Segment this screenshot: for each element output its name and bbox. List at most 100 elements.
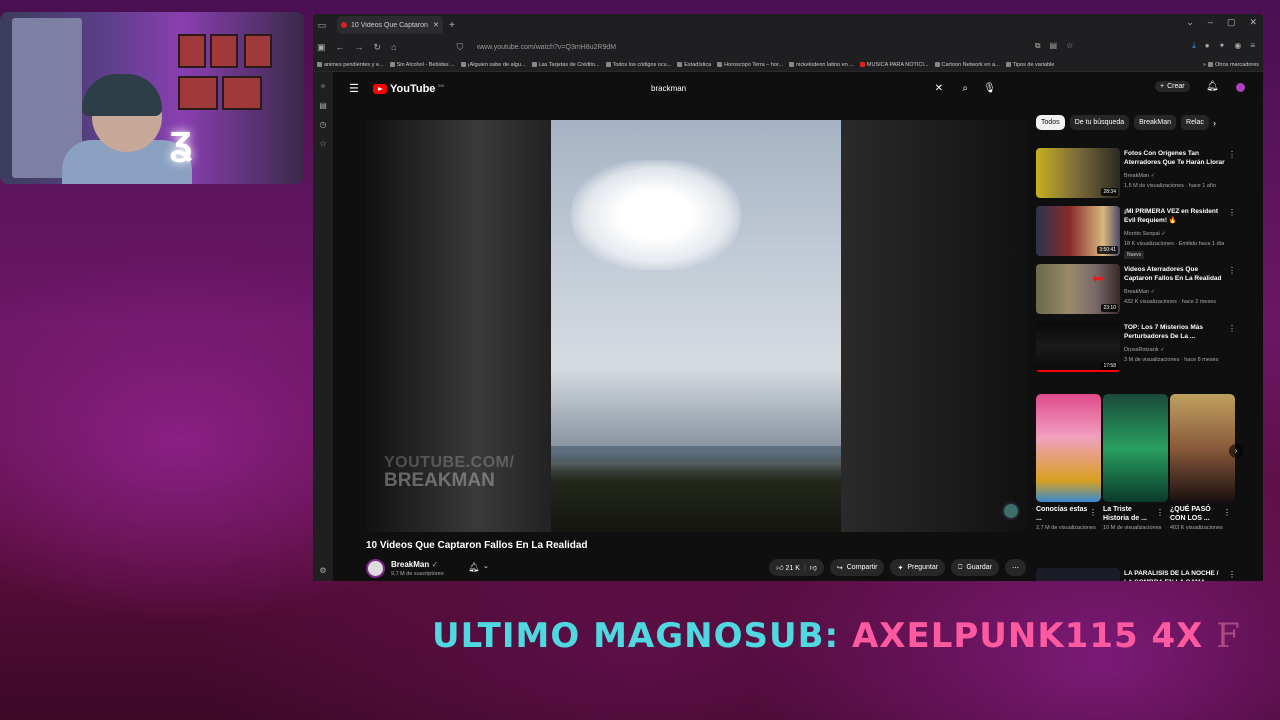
chip-all[interactable]: Todos [1036, 115, 1065, 130]
rec-title[interactable]: Fotos Con Orígenes Tan Aterradores Que T… [1124, 150, 1228, 168]
browser-tab[interactable]: 10 Videos Que Captaron Fallos ✕ [337, 16, 443, 34]
chip-channel[interactable]: BreakMan [1134, 115, 1177, 130]
rec-title[interactable]: Videos Aterradores Que Captaron Fallos E… [1124, 266, 1228, 284]
short-thumbnail[interactable] [1170, 394, 1235, 502]
bookmark-item[interactable]: MUSICA PARA NOTICI... [859, 62, 929, 68]
favorites-icon[interactable]: ☆ [319, 139, 326, 148]
channel-name[interactable]: BreakMan ✓ [391, 560, 438, 569]
more-options-icon[interactable]: ⋮ [1223, 508, 1231, 517]
short-item[interactable]: La Triste Historia de ... 10 M de visual… [1103, 394, 1168, 533]
screenshot-icon[interactable]: ⧉ [1035, 41, 1041, 51]
more-options-icon[interactable]: ⋮ [1228, 150, 1236, 159]
short-title[interactable]: La Triste Historia de ... [1103, 505, 1155, 523]
share-button[interactable]: ↪ Compartir [829, 559, 885, 576]
rec-channel[interactable]: BreakMan ✓ [1124, 289, 1155, 295]
chevron-right-icon[interactable]: › [1213, 118, 1216, 128]
recommendation-item[interactable]: 3:50:41 ¡MI PRIMERA VEZ en Resident Evil… [1036, 206, 1236, 264]
rec-title[interactable]: TOP: Los 7 Misterios Más Perturbadores D… [1124, 324, 1228, 342]
video-thumbnail[interactable]: ⬅ 23:10 [1036, 264, 1120, 314]
more-options-icon[interactable]: ⋮ [1228, 208, 1236, 217]
bookmark-item[interactable]: Horoscopo Terra – hor... [717, 62, 783, 68]
url-field[interactable]: www.youtube.com/watch?v=Q3mH8u2R9dM [477, 44, 616, 51]
download-icon[interactable]: ⤓ [1192, 41, 1196, 51]
history-icon[interactable]: ◷ [320, 120, 327, 129]
short-thumbnail[interactable] [1036, 394, 1101, 502]
chevron-down-icon[interactable]: ⌄ [483, 562, 489, 570]
bookmark-item[interactable]: Cartoon Network en a... [934, 62, 1000, 68]
maximize-icon[interactable]: ▢ [1227, 17, 1236, 28]
extensions-icon[interactable]: ✦ [1219, 41, 1226, 51]
subscribe-bell-icon[interactable]: 🔔︎ [468, 562, 479, 573]
video-thumbnail[interactable] [1036, 568, 1120, 581]
recommendation-item[interactable]: LA PARALISIS DE LA NOCHE / LA SOMBRA EN … [1036, 568, 1236, 581]
search-icon[interactable]: ⌕ [962, 83, 968, 94]
forward-icon[interactable]: → [355, 42, 364, 53]
bookmark-item[interactable]: Sin Alcohol - Bebidas ... [389, 62, 455, 68]
chip-related[interactable]: Relac [1181, 115, 1209, 130]
search-input[interactable]: brackman ✕ ⌕ 🎙 [646, 79, 996, 97]
more-options-icon[interactable]: ⋮ [1228, 324, 1236, 333]
bookmark-item[interactable]: Las Tarjetas de Crédito... [531, 62, 600, 68]
like-button[interactable]: 👍︎ 21 K [776, 563, 800, 572]
short-item[interactable]: Conocías estas ... 2,7 M de visualizacio… [1036, 394, 1101, 533]
more-options-icon[interactable]: ⋮ [1156, 508, 1164, 517]
short-title[interactable]: Conocías estas ... [1036, 505, 1088, 523]
sidebar-toggle-icon[interactable]: ▣ [317, 42, 326, 53]
mic-icon[interactable]: 🎙 [983, 83, 996, 94]
more-options-icon[interactable]: ⋮ [1089, 508, 1097, 517]
bookmark-item[interactable]: Tipos de variable [1005, 62, 1054, 68]
recommendation-item[interactable]: 28:34 Fotos Con Orígenes Tan Aterradores… [1036, 148, 1236, 206]
other-bookmarks[interactable]: » Otros marcadores [1203, 62, 1259, 68]
video-thumbnail[interactable]: 3:50:41 [1036, 206, 1120, 256]
tab-list-icon[interactable]: ⌄ [1186, 17, 1194, 28]
shield-icon[interactable]: ⛉ [457, 42, 464, 53]
rec-channel[interactable]: DrossRotzank ✓ [1124, 347, 1165, 353]
rec-channel[interactable]: BreakMan ✓ [1124, 173, 1155, 179]
channel-watermark-icon[interactable] [1002, 502, 1020, 520]
youtube-logo[interactable]: YouTube MX [373, 83, 444, 95]
reader-icon[interactable]: ▤ [1050, 41, 1058, 51]
bookmark-star-icon[interactable]: ☆ [1066, 41, 1073, 51]
more-actions-button[interactable]: ⋯ [1005, 559, 1026, 576]
bookmark-item[interactable]: animes pendientes y e... [317, 62, 384, 68]
channel-avatar[interactable] [366, 559, 385, 578]
close-window-icon[interactable]: ✕ [1249, 17, 1257, 28]
clear-search-icon[interactable]: ✕ [935, 83, 943, 94]
bookmark-item[interactable]: Estadística [677, 62, 711, 68]
notifications-icon[interactable]: 🔔︎ [1206, 81, 1219, 92]
dislike-button[interactable]: 👎︎ [810, 563, 817, 572]
rec-title[interactable]: LA PARALISIS DE LA NOCHE / LA SOMBRA EN … [1124, 570, 1228, 581]
minimize-icon[interactable]: – [1208, 17, 1213, 28]
shorts-next-icon[interactable]: › [1229, 444, 1243, 458]
short-item[interactable]: ¿QUÉ PASÓ CON LOS ... 403 K visualizacio… [1170, 394, 1235, 533]
save-button[interactable]: ⎕ Guardar [951, 559, 999, 576]
tabs-menu-icon[interactable]: ▭ [313, 20, 331, 31]
avatar[interactable] [1236, 83, 1245, 92]
gear-icon[interactable]: ⚙ [319, 566, 326, 575]
new-tab-icon[interactable]: + [449, 20, 455, 31]
video-player[interactable]: YOUTUBE.COM/ BREAKMAN [366, 120, 1026, 532]
account-icon[interactable]: ● [1205, 41, 1210, 51]
reading-list-icon[interactable]: ▤ [319, 101, 327, 110]
reload-icon[interactable]: ↻ [374, 42, 382, 53]
video-thumbnail[interactable]: 28:34 [1036, 148, 1120, 198]
back-icon[interactable]: ← [336, 42, 345, 53]
short-thumbnail[interactable] [1103, 394, 1168, 502]
video-thumbnail[interactable]: 17:58 [1036, 322, 1120, 372]
recommendation-item[interactable]: 17:58 TOP: Los 7 Misterios Más Perturbad… [1036, 322, 1236, 380]
hamburger-menu-icon[interactable]: ☰ [349, 82, 359, 95]
profile-icon[interactable]: ◉ [1234, 41, 1241, 51]
rec-channel[interactable]: Morrito Senpai ✓ [1124, 231, 1166, 237]
settings-menu-icon[interactable]: ≡ [1250, 41, 1255, 51]
home-icon[interactable]: ⌂ [391, 42, 396, 53]
short-title[interactable]: ¿QUÉ PASÓ CON LOS ... [1170, 505, 1222, 523]
bookmark-item[interactable]: ¡Alguien sabe de algu... [460, 62, 526, 68]
chip-from-search[interactable]: De tu búsqueda [1069, 115, 1130, 130]
close-tab-icon[interactable]: ✕ [433, 21, 439, 29]
bookmark-item[interactable]: Todos los códigos ocu... [605, 62, 671, 68]
ask-button[interactable]: ✦ Preguntar [890, 559, 946, 576]
rec-title[interactable]: ¡MI PRIMERA VEZ en Resident Evil Requiem… [1124, 208, 1228, 226]
ai-icon[interactable]: ✧ [320, 82, 327, 91]
bookmark-item[interactable]: nickelodeon latino en ... [789, 62, 854, 68]
more-options-icon[interactable]: ⋮ [1228, 570, 1236, 579]
